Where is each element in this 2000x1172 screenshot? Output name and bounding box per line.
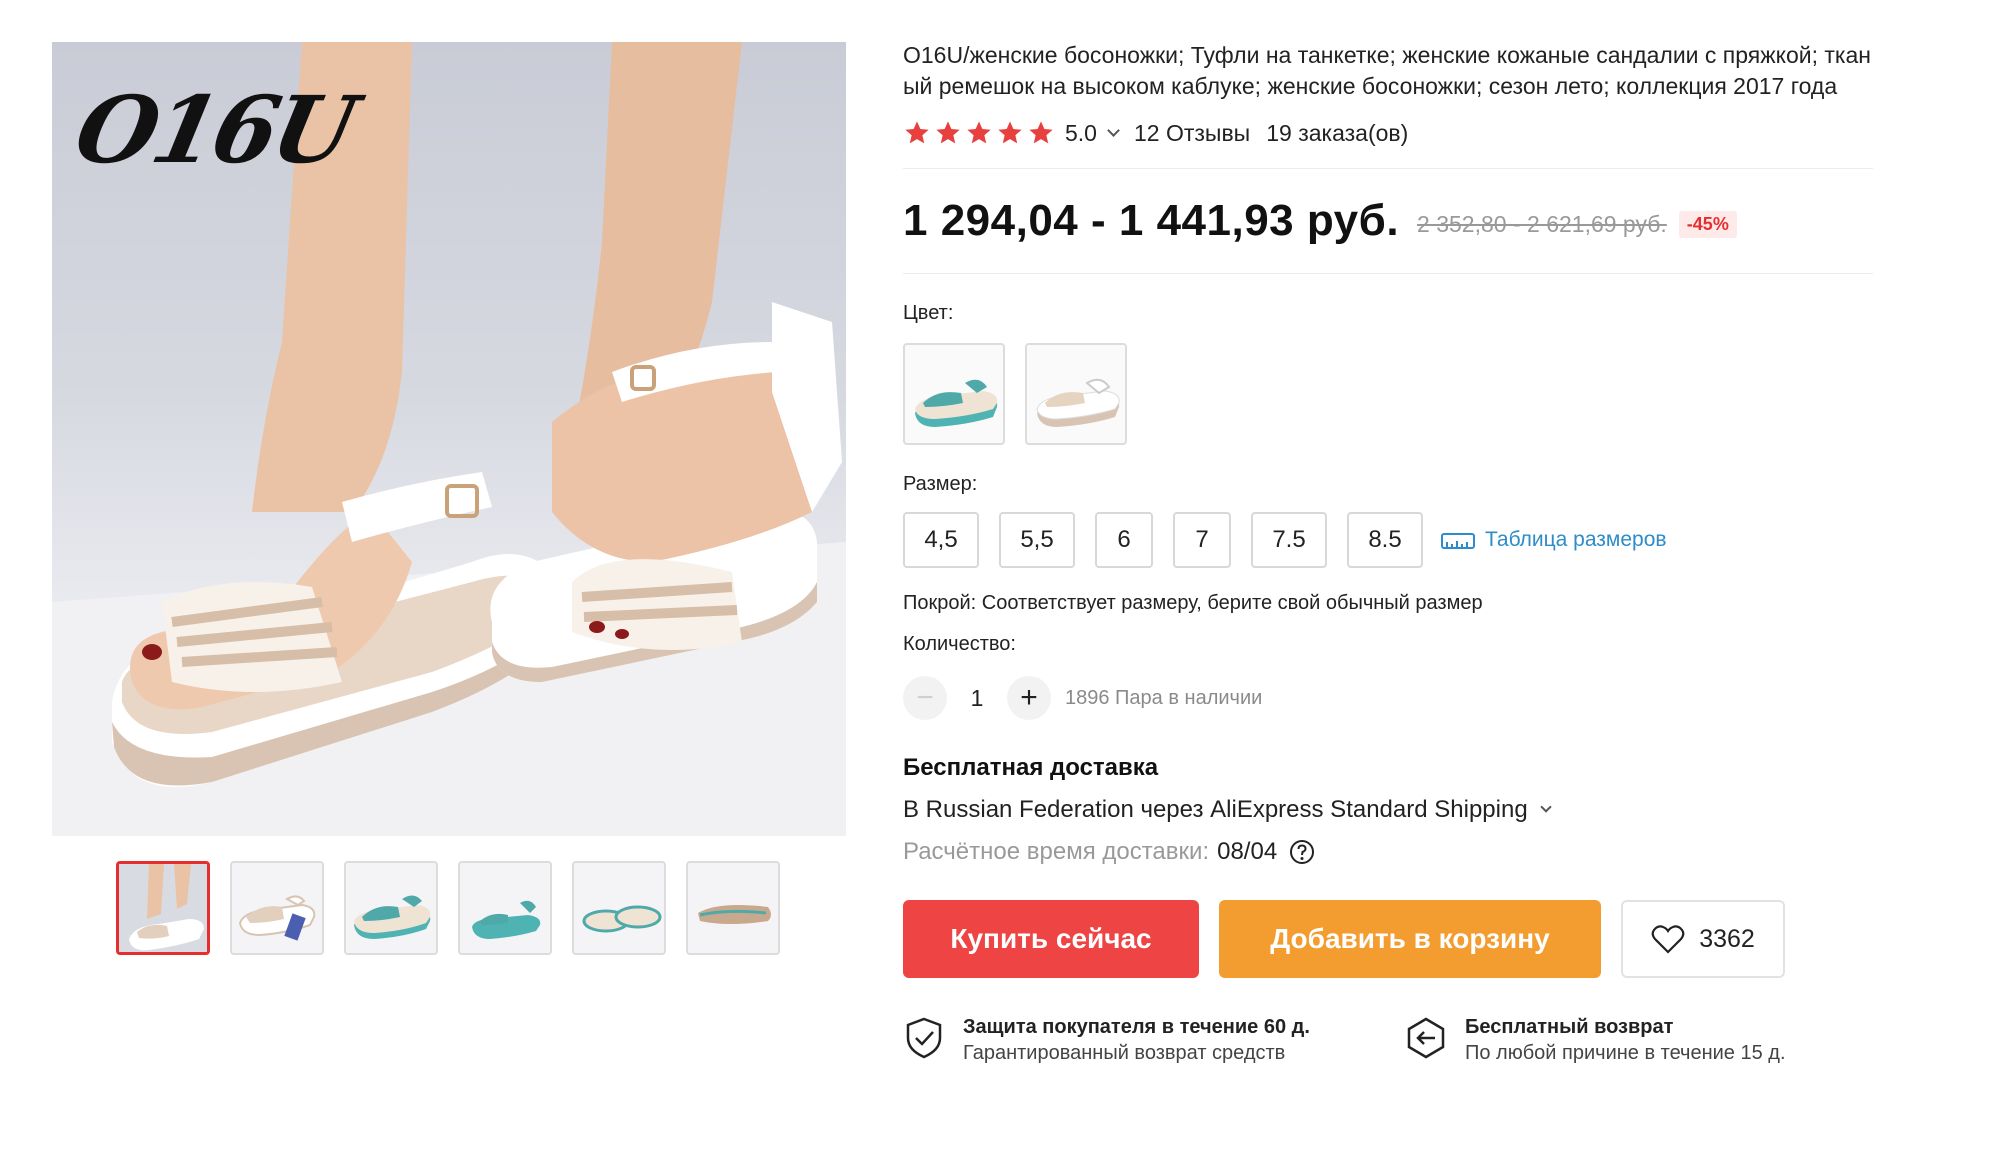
orders-count: 19 заказа(ов)	[1266, 119, 1409, 146]
return-icon	[1407, 1017, 1445, 1059]
thumbnail-sandal-image	[574, 863, 664, 953]
thumbnail-sandal-image	[119, 864, 207, 952]
price-row: 1 294,04 - 1 441,93 руб. 2 352,80 - 2 62…	[903, 169, 1873, 273]
protection-title: Защита покупателя в течение 60 д.	[963, 1016, 1310, 1038]
add-to-cart-button[interactable]: Добавить в корзину	[1219, 900, 1601, 978]
size-options: 4,5 5,5 6 7 7.5 8.5 Таблица размеров	[903, 512, 1873, 568]
thumbnail-sandal-image	[346, 863, 436, 953]
thumbnail-sandal-image	[232, 863, 322, 953]
thumbnail-6[interactable]	[686, 861, 780, 955]
brand-logo: O16U	[66, 76, 362, 184]
return-subtitle: По любой причине в течение 15 д.	[1465, 1042, 1786, 1064]
product-info: O16U/женские босоножки; Туфли на танкетк…	[903, 40, 1873, 1066]
beige-sandal-image	[1036, 378, 1120, 427]
size-table-label: Таблица размеров	[1485, 528, 1667, 551]
quantity-increase-button[interactable]: +	[1007, 676, 1051, 720]
old-price: 2 352,80 - 2 621,69 руб.	[1417, 210, 1667, 237]
wishlist-button[interactable]: 3362	[1621, 900, 1785, 978]
rating-row: 5.0 12 Отзывы 19 заказа(ов)	[903, 116, 1873, 150]
thumbnail-1[interactable]	[116, 861, 210, 955]
quantity-label: Количество:	[903, 633, 1016, 655]
color-swatch-teal[interactable]	[903, 343, 1005, 445]
color-label: Цвет:	[903, 302, 954, 324]
shipping-route-text: В Russian Federation через AliExpress St…	[903, 796, 1528, 823]
eta-label: Расчётное время доставки:	[903, 838, 1210, 865]
wishlist-count: 3362	[1699, 924, 1755, 953]
thumbnail-3[interactable]	[344, 861, 438, 955]
divider	[903, 273, 1873, 274]
ruler-icon	[1441, 533, 1475, 549]
shipping-method-selector[interactable]: В Russian Federation через AliExpress St…	[903, 796, 1873, 824]
delivery-title: Бесплатная доставка	[903, 754, 1159, 781]
size-table-link[interactable]: Таблица размеров	[1441, 528, 1667, 552]
protection-subtitle: Гарантированный возврат средств	[963, 1042, 1286, 1064]
stock-info: 1896 Пара в наличии	[1065, 686, 1263, 709]
thumbnail-5[interactable]	[572, 861, 666, 955]
help-icon[interactable]	[1289, 839, 1315, 865]
quantity-decrease-button[interactable]: −	[903, 676, 947, 720]
size-option[interactable]: 7	[1173, 512, 1231, 568]
star-icon	[998, 121, 1022, 144]
guarantees: Защита покупателя в течение 60 д. Гарант…	[903, 1014, 1873, 1066]
chevron-down-icon	[1540, 801, 1552, 813]
main-product-image[interactable]: O16U	[52, 42, 846, 836]
size-option[interactable]: 5,5	[999, 512, 1075, 568]
thumbnail-sandal-image	[460, 863, 550, 953]
action-buttons: Купить сейчас Добавить в корзину 3362	[903, 900, 1873, 978]
thumbnail-strip	[116, 861, 780, 955]
star-icon	[1029, 121, 1053, 144]
current-price: 1 294,04 - 1 441,93 руб.	[903, 196, 1400, 245]
quantity-value[interactable]: 1	[947, 685, 1007, 712]
thumbnail-2[interactable]	[230, 861, 324, 955]
teal-sandal-image	[915, 379, 998, 427]
quantity-stepper: − 1 + 1896 Пара в наличии	[903, 676, 1873, 720]
delivery-eta: Расчётное время доставки: 08/04	[903, 838, 1873, 866]
discount-badge: -45%	[1678, 210, 1737, 238]
rating-value[interactable]: 5.0	[1065, 120, 1097, 147]
star-icon	[936, 121, 960, 144]
size-option[interactable]: 8.5	[1347, 512, 1423, 568]
color-swatch-beige[interactable]	[1025, 343, 1127, 445]
buyer-protection: Защита покупателя в течение 60 д. Гарант…	[903, 1014, 1405, 1066]
size-option[interactable]: 4,5	[903, 512, 979, 568]
star-icon	[967, 121, 991, 144]
return-title: Бесплатный возврат	[1465, 1016, 1674, 1038]
thumbnail-4[interactable]	[458, 861, 552, 955]
thumbnail-sandal-image	[688, 863, 778, 953]
fit-info: Покрой: Соответствует размеру, берите св…	[903, 592, 1483, 614]
rating-stars	[903, 119, 1055, 147]
product-title: O16U/женские босоножки; Туфли на танкетк…	[903, 42, 1871, 99]
heart-icon	[1651, 925, 1685, 954]
shield-check-icon	[906, 1017, 942, 1059]
color-swatches	[903, 343, 1873, 445]
reviews-link[interactable]: 12 Отзывы	[1134, 120, 1250, 147]
size-label: Размер:	[903, 473, 978, 495]
star-icon	[905, 121, 929, 144]
free-return: Бесплатный возврат По любой причине в те…	[1405, 1014, 1786, 1066]
eta-value: 08/04	[1217, 838, 1278, 865]
buy-now-button[interactable]: Купить сейчас	[903, 900, 1199, 978]
chevron-down-icon[interactable]	[1107, 123, 1120, 137]
size-option[interactable]: 7.5	[1251, 512, 1327, 568]
size-option[interactable]: 6	[1095, 512, 1153, 568]
